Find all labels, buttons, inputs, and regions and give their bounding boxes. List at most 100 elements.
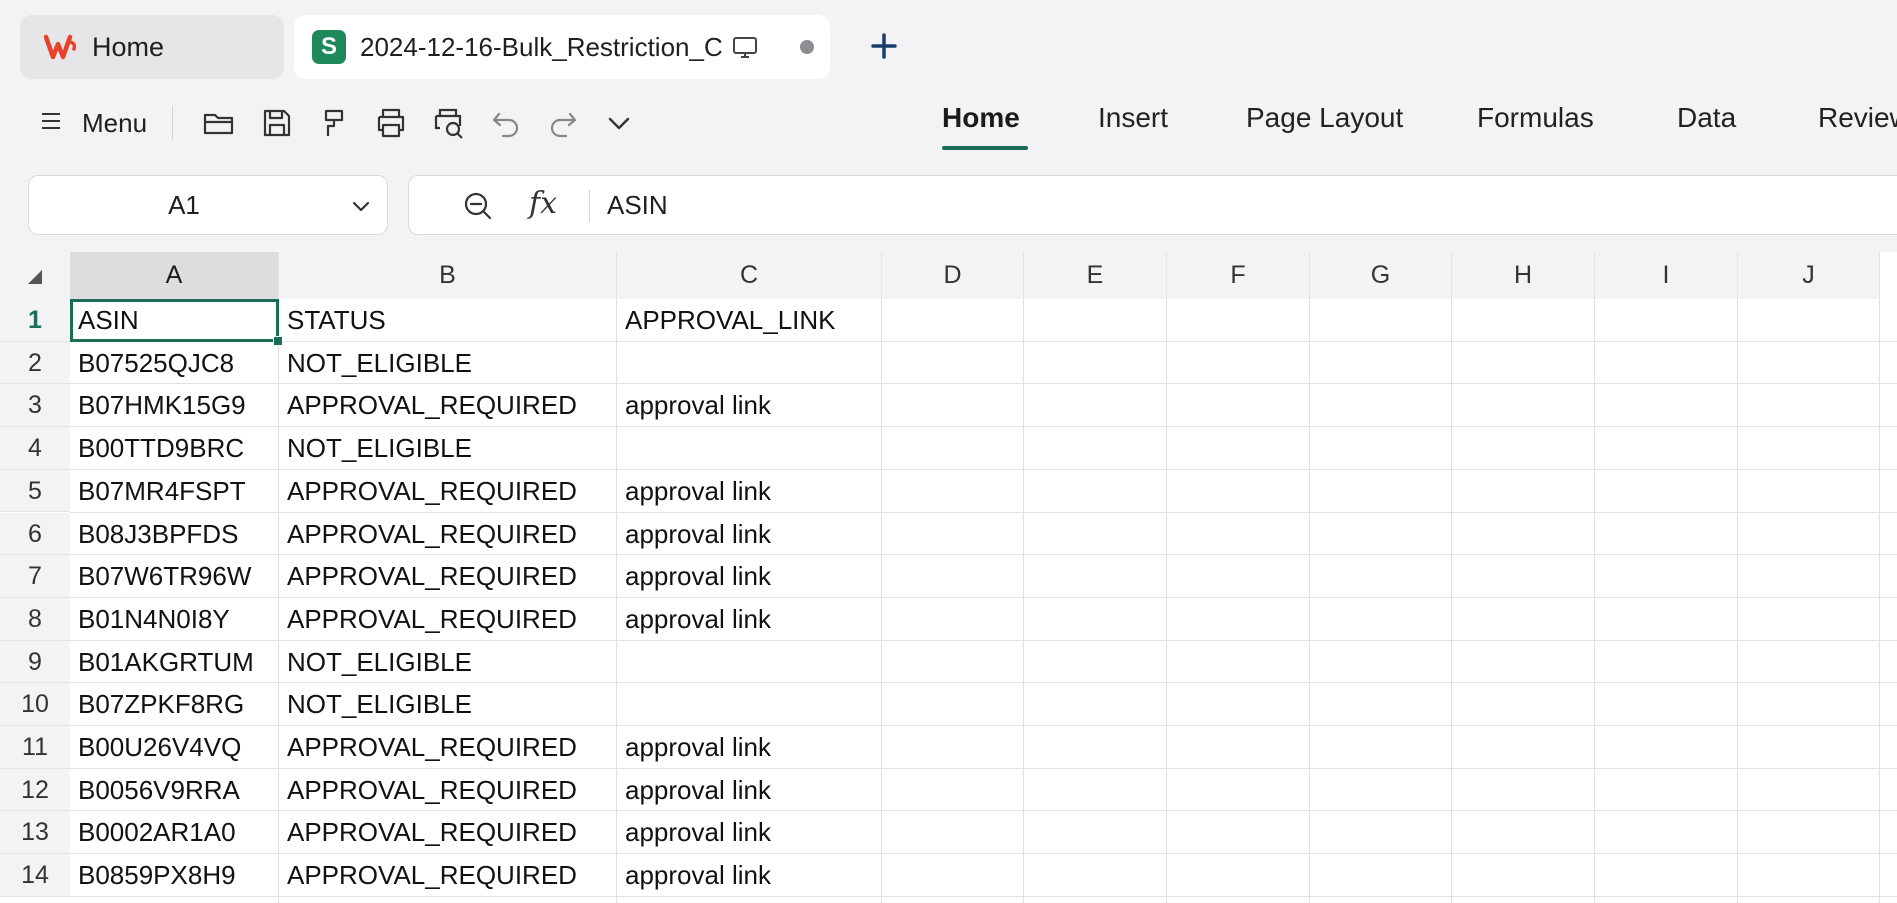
cell-b4[interactable]: NOT_ELIGIBLE — [279, 427, 617, 470]
save-icon[interactable] — [258, 104, 296, 142]
row-header-4[interactable]: 4 — [0, 427, 70, 470]
tab-home[interactable]: Home — [20, 15, 284, 79]
row-header-3[interactable]: 3 — [0, 384, 70, 428]
cell-a4[interactable]: B00TTD9BRC — [70, 427, 279, 470]
cell-a6[interactable]: B08J3BPFDS — [70, 513, 279, 556]
column-header-j[interactable]: J — [1738, 252, 1880, 299]
cell-a12[interactable]: B0056V9RRA — [70, 769, 279, 812]
cell-b12[interactable]: APPROVAL_REQUIRED — [279, 769, 617, 812]
cell-c1[interactable]: APPROVAL_LINK — [617, 299, 882, 342]
undo-icon[interactable] — [487, 104, 525, 142]
tab-home-ribbon[interactable]: Home — [942, 102, 1020, 134]
cell-b3[interactable]: APPROVAL_REQUIRED — [279, 384, 617, 427]
formula-bar[interactable]: fx ASIN — [408, 175, 1897, 235]
cell-b5[interactable]: APPROVAL_REQUIRED — [279, 470, 617, 513]
cell-b6[interactable]: APPROVAL_REQUIRED — [279, 513, 617, 556]
cell-b11[interactable]: APPROVAL_REQUIRED — [279, 726, 617, 769]
column-header-g[interactable]: G — [1310, 252, 1452, 299]
fx-icon[interactable]: fx — [529, 186, 557, 221]
print-icon[interactable] — [372, 104, 410, 142]
cell-c5[interactable]: approval link — [617, 470, 882, 513]
row-header-11[interactable]: 11 — [0, 726, 70, 769]
cell-c12[interactable]: approval link — [617, 769, 882, 812]
row-header-5[interactable]: 5 — [0, 469, 70, 513]
column-header-c[interactable]: C — [617, 252, 882, 299]
column-header-d[interactable]: D — [882, 252, 1024, 299]
row-header-10[interactable]: 10 — [0, 683, 70, 726]
tab-data[interactable]: Data — [1677, 102, 1736, 134]
row-header-6[interactable]: 6 — [0, 512, 70, 556]
cell-b14[interactable]: APPROVAL_REQUIRED — [279, 854, 617, 897]
name-box-value: A1 — [168, 190, 200, 220]
chevron-down-icon[interactable] — [349, 194, 373, 218]
cell-a11[interactable]: B00U26V4VQ — [70, 726, 279, 769]
cell-b10[interactable]: NOT_ELIGIBLE — [279, 683, 617, 726]
cell-a14[interactable]: B0859PX8H9 — [70, 854, 279, 897]
cell-c4[interactable] — [617, 427, 882, 470]
column-header-f[interactable]: F — [1167, 252, 1310, 299]
cell-a10[interactable]: B07ZPKF8RG — [70, 683, 279, 726]
cell-c13[interactable]: approval link — [617, 811, 882, 854]
cell-c14[interactable]: approval link — [617, 854, 882, 897]
cell-c3[interactable]: approval link — [617, 384, 882, 427]
column-header-b[interactable]: B — [279, 252, 617, 299]
fill-handle[interactable] — [273, 336, 283, 346]
unsaved-dot-icon[interactable] — [800, 40, 814, 54]
row-header-9[interactable]: 9 — [0, 640, 70, 684]
cell-a7[interactable]: B07W6TR96W — [70, 555, 279, 598]
cell-b1[interactable]: STATUS — [279, 299, 617, 342]
menu-label: Menu — [82, 107, 148, 138]
grid-line — [1594, 299, 1595, 903]
row-header-2[interactable]: 2 — [0, 341, 70, 385]
cell-a8[interactable]: B01N4N0I8Y — [70, 598, 279, 641]
cell-a13[interactable]: B0002AR1A0 — [70, 811, 279, 854]
format-painter-icon[interactable] — [314, 104, 352, 142]
new-tab-button[interactable] — [862, 24, 906, 68]
cell-b9[interactable]: NOT_ELIGIBLE — [279, 641, 617, 684]
row-header-14[interactable]: 14 — [0, 854, 70, 897]
more-chevron-icon[interactable] — [600, 104, 638, 142]
cell-a3[interactable]: B07HMK15G9 — [70, 384, 279, 427]
row-header-7[interactable]: 7 — [0, 555, 70, 598]
print-preview-icon[interactable] — [430, 104, 468, 142]
tab-document[interactable]: S 2024-12-16-Bulk_Restriction_C — [294, 15, 830, 79]
menu-button[interactable]: Menu — [40, 102, 147, 144]
cell-a5[interactable]: B07MR4FSPT — [70, 470, 279, 513]
name-box[interactable]: A1 — [28, 175, 388, 235]
cell-b2[interactable]: NOT_ELIGIBLE — [279, 342, 617, 385]
cell-c2[interactable] — [617, 342, 882, 385]
redo-icon[interactable] — [544, 104, 582, 142]
row-header-13[interactable]: 13 — [0, 811, 70, 855]
cell-c7[interactable]: approval link — [617, 555, 882, 598]
cell-a2[interactable]: B07525QJC8 — [70, 342, 279, 385]
column-header-e[interactable]: E — [1024, 252, 1167, 299]
tab-review[interactable]: Review — [1818, 102, 1897, 134]
cell-a9[interactable]: B01AKGRTUM — [70, 641, 279, 684]
spreadsheet-icon: S — [312, 30, 346, 64]
cell-b7[interactable]: APPROVAL_REQUIRED — [279, 555, 617, 598]
tab-formulas[interactable]: Formulas — [1477, 102, 1594, 134]
cell-c9[interactable] — [617, 641, 882, 684]
open-folder-icon[interactable] — [200, 104, 238, 142]
row-header-1[interactable]: 1 — [0, 299, 70, 342]
cell-b13[interactable]: APPROVAL_REQUIRED — [279, 811, 617, 854]
row-header-12[interactable]: 12 — [0, 768, 70, 812]
monitor-icon[interactable] — [730, 32, 760, 62]
cell-c11[interactable]: approval link — [617, 726, 882, 769]
cell-c6[interactable]: approval link — [617, 513, 882, 556]
cell-c10[interactable] — [617, 683, 882, 726]
column-header-i[interactable]: I — [1595, 252, 1738, 299]
spreadsheet-grid[interactable]: A B C D E F G H I J 1 ASIN STATUS APPROVAL_LINK 2 B0752… — [0, 252, 1897, 903]
grid-line — [1023, 299, 1024, 903]
row-header-8[interactable]: 8 — [0, 597, 70, 641]
column-header-h[interactable]: H — [1452, 252, 1595, 299]
column-header-a[interactable]: A — [70, 252, 279, 299]
cell-c8[interactable]: approval link — [617, 598, 882, 641]
cell-b8[interactable]: APPROVAL_REQUIRED — [279, 598, 617, 641]
formula-input[interactable]: ASIN — [607, 190, 668, 221]
tab-insert[interactable]: Insert — [1098, 102, 1168, 134]
zoom-out-icon[interactable] — [461, 189, 495, 223]
cell-a1[interactable]: ASIN — [70, 299, 279, 342]
select-all-corner[interactable] — [0, 252, 70, 299]
tab-page-layout[interactable]: Page Layout — [1246, 102, 1403, 134]
